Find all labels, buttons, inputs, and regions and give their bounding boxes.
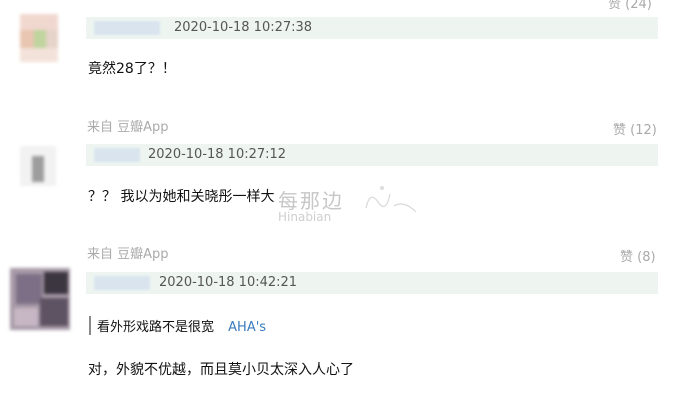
comment-time: 2020-10-18 10:27:12 bbox=[148, 147, 287, 162]
watermark-en: Hinabian bbox=[278, 210, 332, 224]
comment-meta-bar: 2020-10-18 10:27:38 bbox=[86, 17, 658, 39]
comment-text: 对，外貌不优越，而且莫小贝太深入人心了 bbox=[88, 362, 354, 378]
watermark-logo-icon bbox=[360, 182, 420, 222]
comment-3: 来自 豆瓣App 赞 (8) 2020-10-18 10:42:21 看外形戏路… bbox=[0, 236, 692, 409]
comment-meta-bar: 2020-10-18 10:27:12 bbox=[86, 144, 658, 166]
comment-time: 2020-10-18 10:42:21 bbox=[159, 275, 298, 290]
username[interactable] bbox=[94, 276, 150, 290]
avatar[interactable] bbox=[10, 268, 70, 330]
quoted-text: 看外形戏路不是很宽 bbox=[97, 320, 215, 335]
avatar[interactable] bbox=[20, 146, 56, 186]
comment-source: 来自 豆瓣App bbox=[87, 247, 169, 262]
comment-meta-bar: 2020-10-18 10:42:21 bbox=[86, 272, 658, 294]
comment-text: ？？ 我以为她和关晓彤一样大 bbox=[88, 189, 275, 205]
username[interactable] bbox=[94, 148, 140, 162]
avatar[interactable] bbox=[20, 14, 58, 62]
like-count[interactable]: 赞 (12) bbox=[613, 119, 657, 138]
like-count[interactable]: 赞 (24) bbox=[608, 0, 652, 12]
like-count[interactable]: 赞 (8) bbox=[620, 246, 656, 265]
comment-time: 2020-10-18 10:27:38 bbox=[174, 20, 313, 35]
comment-text: 竟然28了？！ bbox=[88, 61, 176, 77]
quoted-user-link[interactable]: AHA's bbox=[228, 320, 266, 335]
quoted-reply: 看外形戏路不是很宽 AHA's bbox=[89, 316, 266, 335]
comment-1: 赞 (24) 2020-10-18 10:27:38 竟然28了？！ bbox=[0, 0, 692, 110]
username[interactable] bbox=[94, 21, 160, 35]
comment-2: 来自 豆瓣App 赞 (12) 2020-10-18 10:27:12 ？？ 我… bbox=[0, 110, 692, 235]
comment-source: 来自 豆瓣App bbox=[87, 120, 169, 135]
